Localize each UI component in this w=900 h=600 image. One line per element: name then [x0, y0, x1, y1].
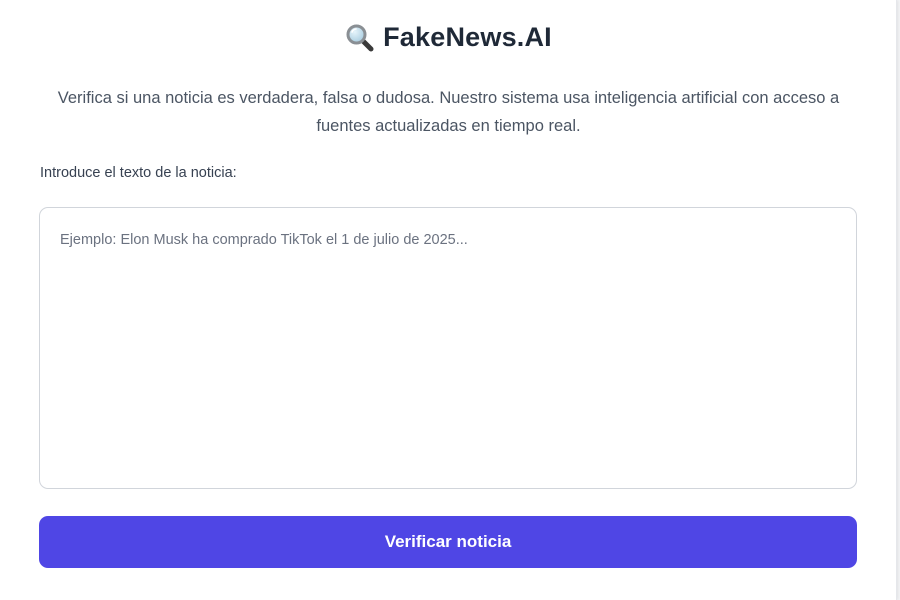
magnifying-glass-icon	[345, 23, 375, 53]
page-description: Verifica si una noticia es verdadera, fa…	[57, 89, 840, 135]
verify-news-button[interactable]: Verificar noticia	[39, 516, 857, 568]
page-header: FakeNews.AI	[0, 22, 897, 53]
page-title: FakeNews.AI	[383, 22, 552, 52]
main-card: FakeNews.AI Verifica si una noticia es v…	[0, 0, 897, 600]
news-text-input[interactable]	[39, 207, 857, 489]
news-text-label: Introduce el texto de la noticia:	[40, 165, 237, 181]
